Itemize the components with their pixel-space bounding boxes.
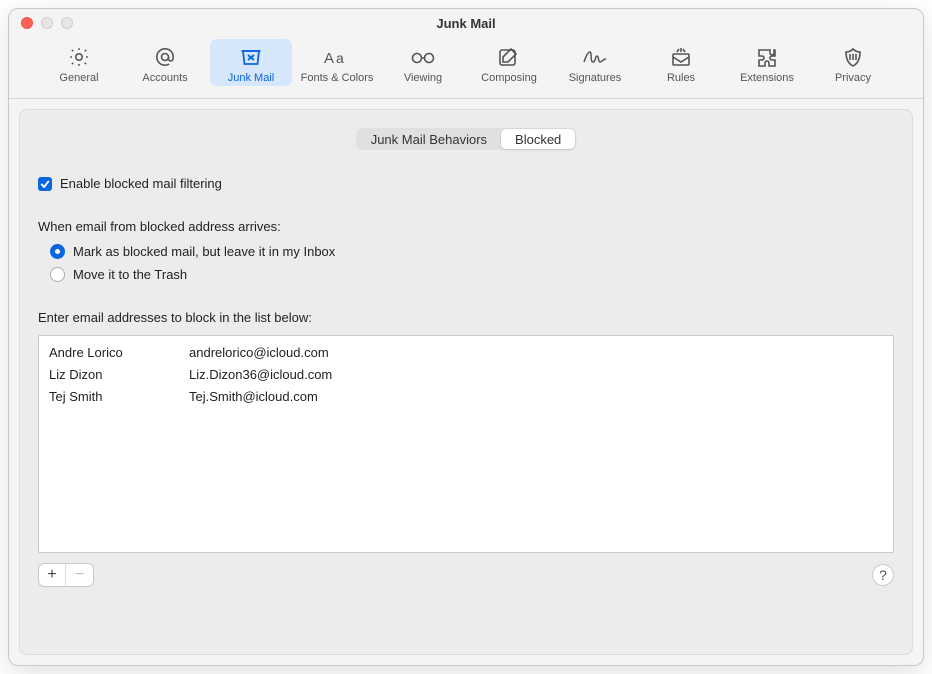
tab-label: Extensions: [740, 72, 794, 84]
tab-label: Composing: [481, 72, 537, 84]
blocked-name: Tej Smith: [49, 386, 189, 408]
zoom-button[interactable]: [61, 17, 73, 29]
enable-filtering-row: Enable blocked mail filtering: [38, 176, 894, 191]
tab-label: Accounts: [142, 72, 187, 84]
junk-icon: [238, 43, 264, 71]
gear-icon: [67, 43, 91, 71]
arrives-label: When email from blocked address arrives:: [38, 219, 894, 234]
enable-filtering-checkbox[interactable]: [38, 177, 52, 191]
toolbar: General Accounts Junk Mail Aa Fonts & Co…: [9, 37, 923, 99]
at-icon: [153, 43, 177, 71]
add-remove-group: + −: [38, 563, 94, 587]
svg-text:a: a: [336, 50, 344, 66]
blocked-name: Liz Dizon: [49, 364, 189, 386]
segment-blocked[interactable]: Blocked: [501, 129, 575, 149]
remove-button[interactable]: −: [66, 564, 93, 586]
list-label: Enter email addresses to block in the li…: [38, 310, 894, 325]
tab-extensions[interactable]: Extensions: [726, 39, 808, 86]
tab-label: Fonts & Colors: [301, 72, 374, 84]
rules-icon: [669, 43, 693, 71]
minimize-button[interactable]: [41, 17, 53, 29]
tab-accounts[interactable]: Accounts: [124, 39, 206, 86]
radio-mark-label: Mark as blocked mail, but leave it in my…: [73, 244, 335, 259]
arrives-radio-group: Mark as blocked mail, but leave it in my…: [50, 244, 894, 282]
add-button[interactable]: +: [39, 564, 66, 586]
tab-label: Rules: [667, 72, 695, 84]
tab-label: Privacy: [835, 72, 871, 84]
content-area: Junk Mail Behaviors Blocked Enable block…: [9, 99, 923, 665]
radio-option-trash[interactable]: Move it to the Trash: [50, 267, 894, 282]
extensions-icon: [755, 43, 779, 71]
glasses-icon: [409, 43, 437, 71]
enable-filtering-label: Enable blocked mail filtering: [60, 176, 222, 191]
tab-junk-mail[interactable]: Junk Mail: [210, 39, 292, 86]
list-item[interactable]: Tej Smith Tej.Smith@icloud.com: [49, 386, 883, 408]
blocked-name: Andre Lorico: [49, 342, 189, 364]
close-button[interactable]: [21, 17, 33, 29]
fonts-icon: Aa: [323, 43, 351, 71]
window-title: Junk Mail: [9, 16, 923, 31]
bottom-bar: + − ?: [38, 563, 894, 587]
window-controls: [21, 17, 73, 29]
privacy-icon: [842, 43, 864, 71]
radio-trash[interactable]: [50, 267, 65, 282]
tab-composing[interactable]: Composing: [468, 39, 550, 86]
segment-behaviors[interactable]: Junk Mail Behaviors: [357, 129, 501, 149]
tab-label: General: [59, 72, 98, 84]
compose-icon: [497, 43, 521, 71]
radio-option-mark[interactable]: Mark as blocked mail, but leave it in my…: [50, 244, 894, 259]
tab-rules[interactable]: Rules: [640, 39, 722, 86]
tab-viewing[interactable]: Viewing: [382, 39, 464, 86]
segmented-control: Junk Mail Behaviors Blocked: [356, 128, 577, 150]
tab-general[interactable]: General: [38, 39, 120, 86]
tab-signatures[interactable]: Signatures: [554, 39, 636, 86]
blocked-email: Liz.Dizon36@icloud.com: [189, 364, 883, 386]
radio-mark[interactable]: [50, 244, 65, 259]
svg-text:A: A: [324, 50, 334, 67]
tab-label: Viewing: [404, 72, 442, 84]
radio-trash-label: Move it to the Trash: [73, 267, 187, 282]
blocked-email: Tej.Smith@icloud.com: [189, 386, 883, 408]
signature-icon: [581, 43, 609, 71]
list-item[interactable]: Andre Lorico andrelorico@icloud.com: [49, 342, 883, 364]
blocked-email: andrelorico@icloud.com: [189, 342, 883, 364]
help-button[interactable]: ?: [872, 564, 894, 586]
panel: Junk Mail Behaviors Blocked Enable block…: [19, 109, 913, 655]
titlebar: Junk Mail: [9, 9, 923, 37]
blocked-addresses-list[interactable]: Andre Lorico andrelorico@icloud.com Liz …: [38, 335, 894, 553]
tab-label: Signatures: [569, 72, 622, 84]
tab-privacy[interactable]: Privacy: [812, 39, 894, 86]
list-item[interactable]: Liz Dizon Liz.Dizon36@icloud.com: [49, 364, 883, 386]
preferences-window: Junk Mail General Accounts Junk Mail Aa …: [8, 8, 924, 666]
tab-label: Junk Mail: [228, 72, 274, 84]
tab-fonts-colors[interactable]: Aa Fonts & Colors: [296, 39, 378, 86]
